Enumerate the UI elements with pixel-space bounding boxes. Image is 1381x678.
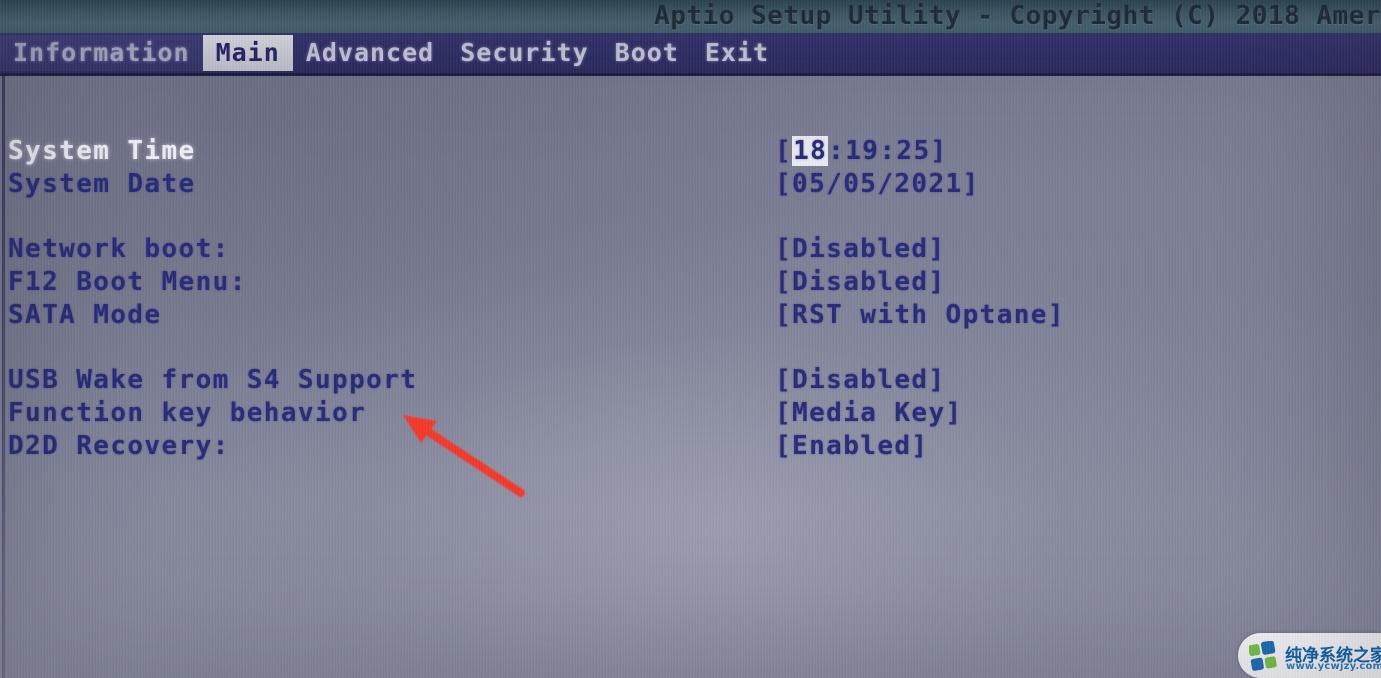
bios-setup-screen: Aptio Setup Utility - Copyright (C) 2018…	[0, 0, 1381, 678]
tab-information[interactable]: Information	[0, 35, 203, 71]
logo-square-top-right	[1260, 641, 1276, 655]
setting-row-sata-mode[interactable]: SATA Mode [RST with Optane]	[0, 300, 1381, 333]
tab-security[interactable]: Security	[447, 35, 601, 71]
site-watermark: 纯净系统之家 www.ycwjzy.com	[1238, 633, 1381, 678]
setting-label-network-boot: Network boot:	[8, 234, 230, 264]
setting-value-d2d-recovery[interactable]: [Enabled]	[775, 431, 928, 461]
system-time-bracket-open: [	[775, 136, 793, 166]
brand-logo-icon	[1249, 641, 1277, 671]
setting-value-sata-mode[interactable]: [RST with Optane]	[775, 300, 1065, 330]
setting-row-function-key-behavior[interactable]: Function key behavior [Media Key]	[0, 398, 1381, 431]
setting-value-system-time[interactable]: [18:19:25]	[775, 136, 948, 166]
settings-list: System Time [18:19:25] System Date [05/0…	[0, 136, 1381, 464]
settings-spacer-1	[0, 202, 1381, 234]
logo-square-top-left	[1249, 644, 1261, 657]
setting-value-usb-wake-s4[interactable]: [Disabled]	[775, 365, 946, 395]
system-time-rest: :19:25]	[828, 136, 948, 166]
setting-row-network-boot[interactable]: Network boot: [Disabled]	[0, 234, 1381, 267]
tab-main[interactable]: Main	[202, 35, 293, 71]
setting-value-function-key-behavior[interactable]: [Media Key]	[775, 398, 963, 428]
setting-row-usb-wake-s4[interactable]: USB Wake from S4 Support [Disabled]	[0, 365, 1381, 398]
setting-value-network-boot[interactable]: [Disabled]	[775, 234, 946, 264]
watermark-pill: 纯净系统之家 www.ycwjzy.com	[1238, 633, 1381, 678]
system-time-hour-field[interactable]: 18	[792, 136, 829, 166]
setting-label-system-date: System Date	[8, 169, 196, 199]
setting-value-f12-boot-menu[interactable]: [Disabled]	[775, 267, 946, 297]
setting-label-d2d-recovery: D2D Recovery:	[8, 431, 230, 461]
page-title: Aptio Setup Utility - Copyright (C) 2018…	[654, 1, 1381, 31]
logo-square-bottom-left	[1250, 657, 1264, 671]
setting-row-f12-boot-menu[interactable]: F12 Boot Menu: [Disabled]	[0, 267, 1381, 300]
titlebar: Aptio Setup Utility - Copyright (C) 2018…	[0, 0, 1381, 33]
tab-exit[interactable]: Exit	[692, 35, 782, 71]
setting-label-system-time: System Time	[8, 136, 196, 166]
setting-label-function-key-behavior: Function key behavior	[8, 398, 367, 428]
settings-panel: System Time [18:19:25] System Date [05/0…	[0, 76, 1381, 678]
tab-advanced[interactable]: Advanced	[293, 35, 447, 71]
setting-label-usb-wake-s4: USB Wake from S4 Support	[8, 365, 418, 395]
watermark-site-url: www.ycwjzy.com	[1286, 661, 1381, 672]
setting-row-d2d-recovery[interactable]: D2D Recovery: [Enabled]	[0, 431, 1381, 464]
logo-square-bottom-right	[1264, 656, 1277, 669]
setting-value-system-date[interactable]: [05/05/2021]	[775, 169, 980, 199]
menu-bar: Information Main Advanced Security Boot …	[0, 33, 1381, 76]
setting-row-system-time[interactable]: System Time [18:19:25]	[0, 136, 1381, 169]
setting-row-system-date[interactable]: System Date [05/05/2021]	[0, 169, 1381, 202]
setting-label-sata-mode: SATA Mode	[8, 300, 162, 330]
setting-label-f12-boot-menu: F12 Boot Menu:	[8, 267, 247, 297]
tab-boot[interactable]: Boot	[602, 35, 692, 71]
settings-spacer-2	[0, 333, 1381, 365]
